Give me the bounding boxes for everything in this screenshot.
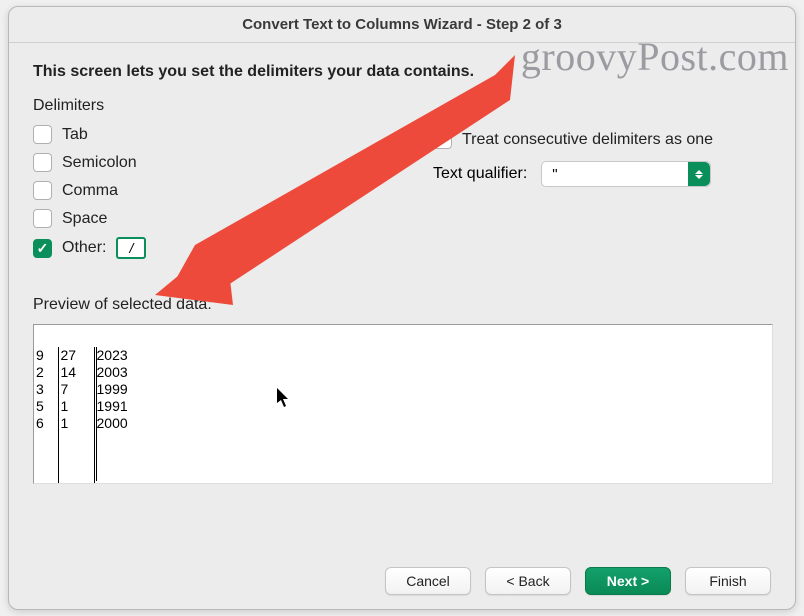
next-button[interactable]: Next > (585, 567, 671, 595)
other-label: Other: (62, 239, 106, 257)
finish-button[interactable]: Finish (685, 567, 771, 595)
delimiter-row-other: Other: (33, 237, 393, 259)
table-row: 612000 (34, 415, 764, 432)
preview-heading: Preview of selected data: (33, 296, 771, 314)
table-row: 511991 (34, 398, 764, 415)
delimiter-row-tab: Tab (33, 125, 393, 144)
space-checkbox[interactable] (33, 209, 52, 228)
other-checkbox[interactable] (33, 239, 52, 258)
delimiter-row-space: Space (33, 209, 393, 228)
table-row: 2142003 (34, 364, 764, 381)
tab-checkbox[interactable] (33, 125, 52, 144)
consecutive-label: Treat consecutive delimiters as one (462, 131, 713, 149)
data-preview-pane[interactable]: 92720232142003371999511991612000 (33, 324, 773, 484)
delimiters-heading: Delimiters (33, 97, 393, 115)
consecutive-row: Treat consecutive delimiters as one (433, 130, 771, 149)
tab-label: Tab (62, 126, 88, 144)
table-row: 371999 (34, 381, 764, 398)
consecutive-checkbox[interactable] (433, 130, 452, 149)
button-bar: Cancel < Back Next > Finish (385, 567, 771, 595)
wizard-dialog: Convert Text to Columns Wizard - Step 2 … (8, 6, 796, 610)
semicolon-checkbox[interactable] (33, 153, 52, 172)
text-qualifier-value: " (552, 166, 557, 183)
stepper-arrows-icon (688, 162, 710, 186)
other-delimiter-input[interactable] (116, 237, 146, 259)
comma-label: Comma (62, 182, 118, 200)
table-row: 9272023 (34, 347, 764, 364)
delimiter-row-comma: Comma (33, 181, 393, 200)
back-button[interactable]: < Back (485, 567, 571, 595)
text-qualifier-label: Text qualifier: (433, 165, 527, 183)
comma-checkbox[interactable] (33, 181, 52, 200)
semicolon-label: Semicolon (62, 154, 137, 172)
delimiter-row-semicolon: Semicolon (33, 153, 393, 172)
dialog-title: Convert Text to Columns Wizard - Step 2 … (9, 7, 795, 43)
cancel-button[interactable]: Cancel (385, 567, 471, 595)
text-qualifier-select[interactable]: " (541, 161, 711, 187)
space-label: Space (62, 210, 107, 228)
preview-table: 92720232142003371999511991612000 (34, 347, 764, 484)
instruction-text: This screen lets you set the delimiters … (33, 63, 771, 81)
